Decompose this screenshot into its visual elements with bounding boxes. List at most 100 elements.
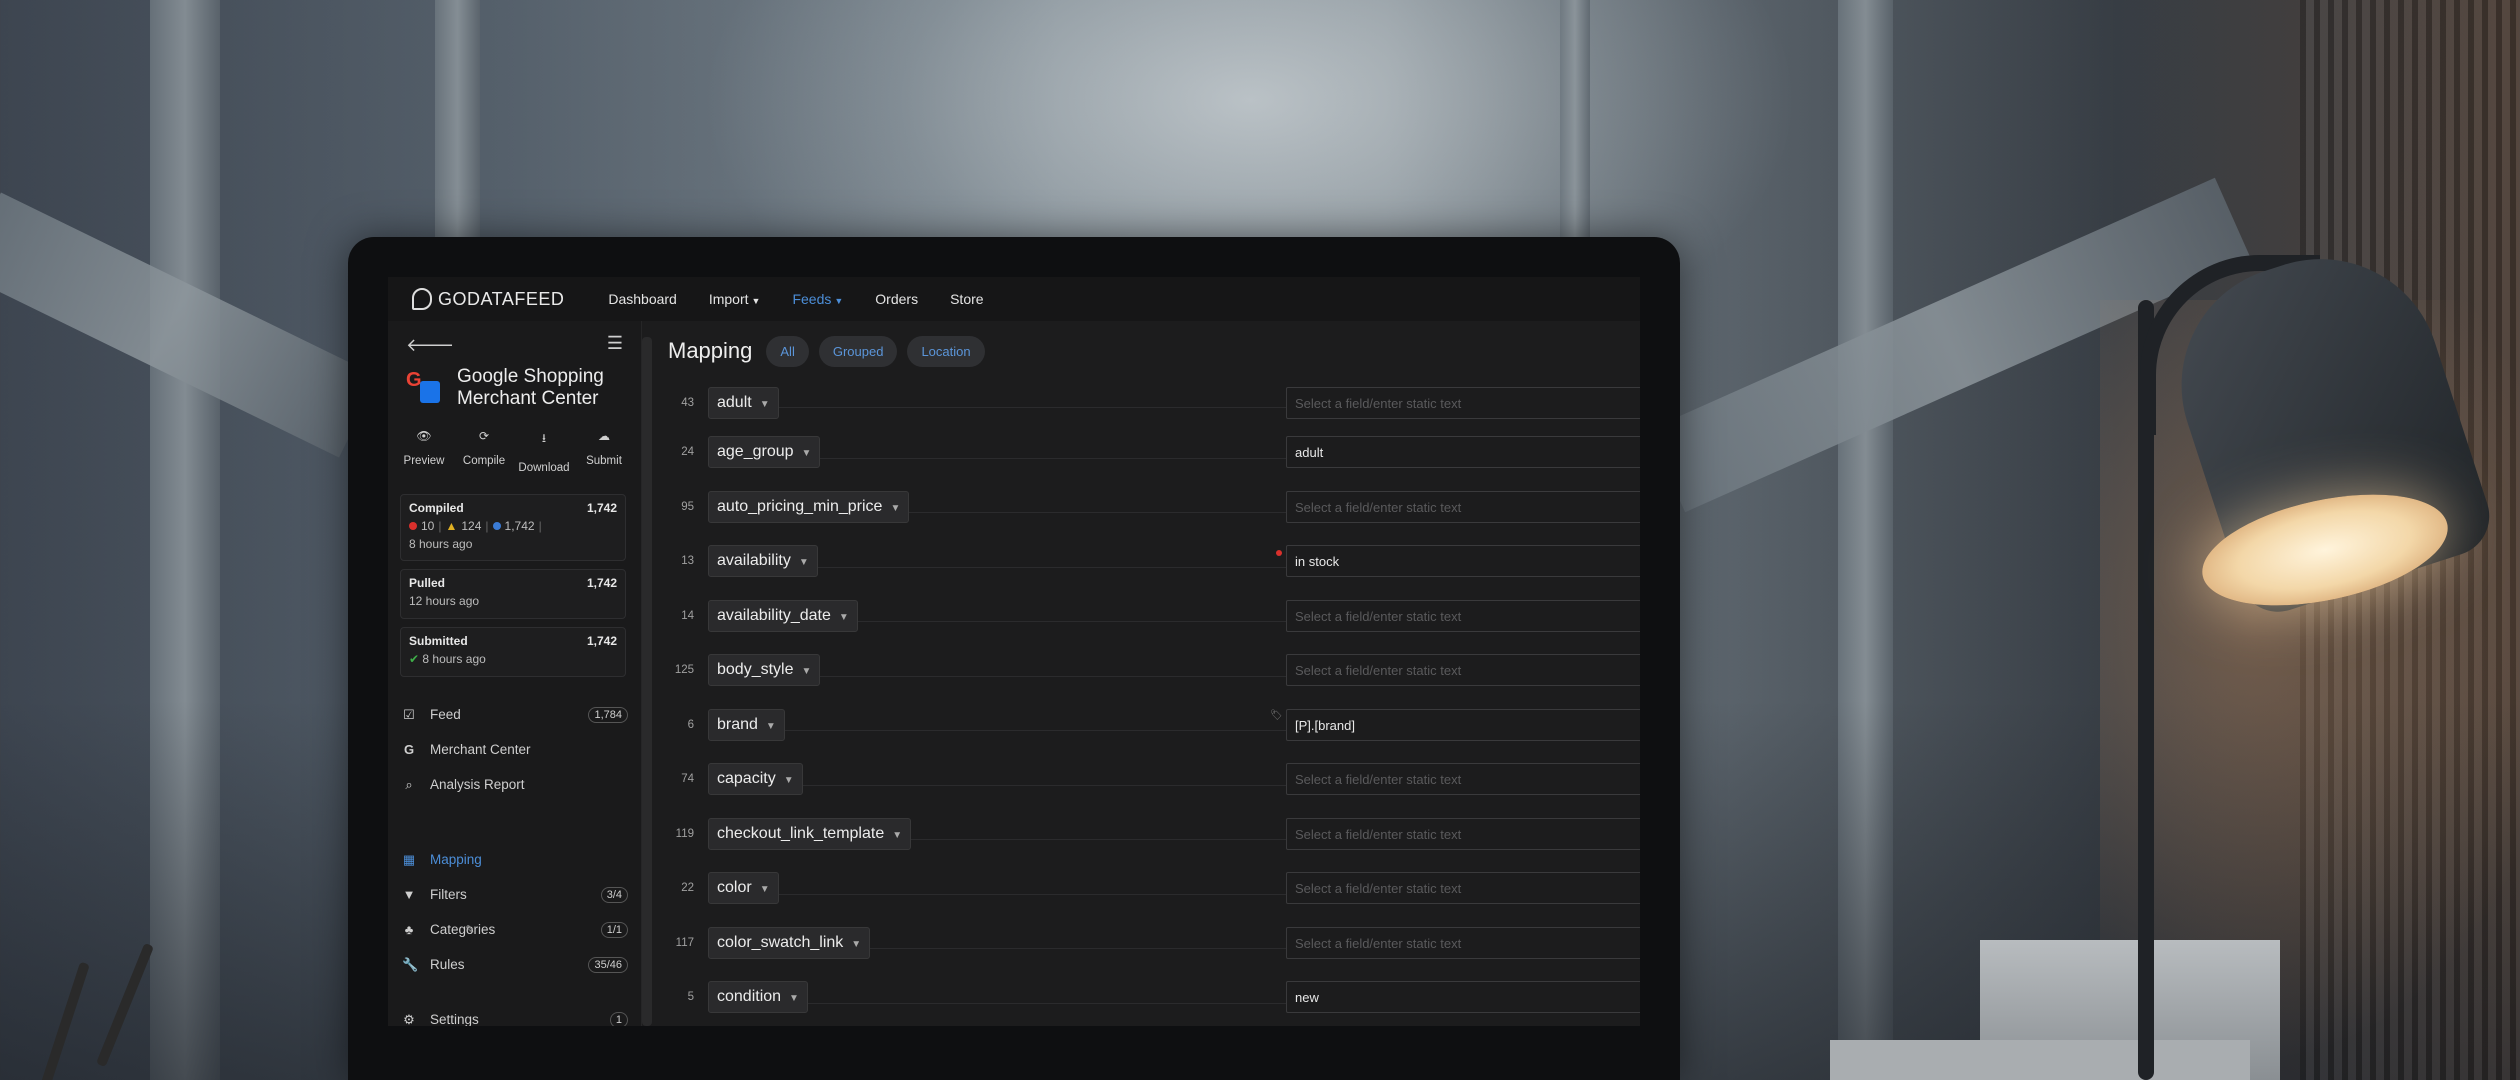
mapping-value-input[interactable]: new bbox=[1286, 981, 1640, 1014]
back-arrow-icon[interactable]: 🡐 bbox=[406, 335, 454, 356]
field-select[interactable]: availability ▼ bbox=[708, 545, 818, 578]
top-navbar: GODATAFEED Dashboard Import ▼ Feeds ▼ Orde… bbox=[388, 277, 1640, 321]
mapping-value-input[interactable]: [P].[brand] bbox=[1286, 708, 1640, 741]
mapping-value-input[interactable]: Select a field/enter static text bbox=[1286, 926, 1640, 959]
field-name: availability_date bbox=[717, 606, 831, 624]
mapping-value-input[interactable]: in stock bbox=[1286, 545, 1640, 578]
action-label: Download bbox=[518, 462, 570, 474]
mapping-value-input[interactable]: Select a field/enter static text bbox=[1286, 654, 1640, 687]
tab-grouped[interactable]: Grouped bbox=[818, 335, 898, 367]
field-number: 6 bbox=[687, 718, 694, 731]
eye-icon: 👁 bbox=[416, 429, 432, 443]
caret-down-icon: ▼ bbox=[765, 720, 776, 732]
field-select[interactable]: auto_pricing_min_price ▼ bbox=[708, 490, 910, 523]
nav-store[interactable]: Store bbox=[950, 291, 983, 307]
mapping-row: 119 checkout_link_template ▼ Select a field… bbox=[658, 807, 1640, 862]
pulled-status-card[interactable]: Pulled 1,742 12 hours ago bbox=[400, 569, 626, 619]
field-select[interactable]: body_style ▼ bbox=[708, 654, 821, 687]
brand-logo[interactable]: GODATAFEED bbox=[412, 288, 564, 310]
caret-down-icon: ▼ bbox=[838, 611, 849, 623]
mapping-value-input[interactable]: Select a field/enter static text bbox=[1286, 763, 1640, 796]
nav-label: Import bbox=[708, 291, 749, 307]
card-count: 1,742 bbox=[586, 634, 617, 648]
field-select[interactable]: checkout_link_template ▼ bbox=[708, 817, 912, 850]
divider: | bbox=[538, 519, 542, 533]
page-title: Mapping bbox=[668, 338, 753, 363]
field-select[interactable]: age_group ▼ bbox=[708, 436, 821, 469]
sidebar-menu-top: ☑ Feed 1,784 G Merchant Center ⌕ Analysis Re… bbox=[402, 697, 628, 802]
field-select[interactable]: color ▼ bbox=[708, 872, 779, 905]
nav-orders[interactable]: Orders bbox=[875, 291, 918, 307]
sidebar-item-label: Settings bbox=[430, 1012, 479, 1026]
sidebar-item-filters[interactable]: ▼ Filters 3/4 bbox=[402, 877, 628, 912]
nav-label: Orders bbox=[875, 291, 919, 307]
sidebar-item-mapping[interactable]: ▦ Mapping bbox=[402, 842, 628, 877]
submit-button[interactable]: ☁ Submit bbox=[574, 429, 634, 474]
card-title: Submitted bbox=[409, 634, 468, 648]
field-select[interactable]: condition ▼ bbox=[708, 981, 808, 1014]
card-time: 8 hours ago bbox=[422, 652, 486, 666]
feed-actions: 👁 Preview ⟳ Compile ⭳ Download ☁ Submit bbox=[394, 429, 634, 474]
mapping-value-input[interactable]: adult bbox=[1286, 436, 1640, 469]
count-badge: 35/46 bbox=[588, 956, 628, 973]
mapping-value-input[interactable]: Select a field/enter static text bbox=[1286, 872, 1640, 905]
nav-label: Dashboard bbox=[608, 291, 677, 307]
checkbox-icon: ☑ bbox=[403, 706, 415, 722]
nav-import[interactable]: Import ▼ bbox=[709, 291, 761, 307]
card-title: Pulled bbox=[409, 576, 446, 590]
tree-icon: ♣ bbox=[404, 922, 414, 937]
field-name: brand bbox=[717, 715, 758, 733]
field-select[interactable]: brand ▼ bbox=[708, 708, 785, 741]
field-select[interactable]: color_swatch_link ▼ bbox=[708, 926, 871, 959]
wrench-icon: 🔧 bbox=[402, 956, 419, 972]
card-time: 12 hours ago bbox=[409, 594, 480, 608]
sidebar-item-label: Feed bbox=[430, 707, 461, 722]
mapping-row: 24 age_group ▼ adult bbox=[658, 425, 1640, 480]
mapping-value-input[interactable]: Select a field/enter static text bbox=[1286, 490, 1640, 523]
nav-dashboard[interactable]: Dashboard bbox=[608, 291, 677, 307]
field-select[interactable]: capacity ▼ bbox=[708, 763, 803, 796]
hamburger-menu-icon[interactable]: ☰ bbox=[607, 333, 623, 354]
caret-down-icon: ▼ bbox=[751, 296, 761, 306]
tab-location[interactable]: Location bbox=[907, 335, 985, 367]
field-number: 117 bbox=[675, 936, 694, 949]
sidebar-item-analysis-report[interactable]: ⌕ Analysis Report bbox=[402, 767, 628, 802]
mapping-value-input[interactable]: Select a field/enter static text bbox=[1286, 387, 1640, 419]
nav-feeds[interactable]: Feeds ▼ bbox=[792, 291, 843, 307]
mapping-header: Mapping All Grouped Location bbox=[658, 321, 1640, 381]
caret-down-icon: ▼ bbox=[783, 775, 794, 787]
field-number: 43 bbox=[681, 397, 694, 409]
preview-button[interactable]: 👁 Preview bbox=[394, 429, 454, 474]
field-number: 24 bbox=[681, 446, 694, 459]
sidebar-item-categories[interactable]: ♣ Categories ✎ 1/1 bbox=[402, 912, 629, 947]
field-number: 95 bbox=[681, 500, 694, 513]
compiled-status-card[interactable]: Compiled 1,742 10 | ▲ 124 | 1,742 | 8 hours a… bbox=[400, 494, 626, 561]
download-button[interactable]: ⭳ Download bbox=[514, 429, 574, 474]
count-badge: 1 bbox=[609, 1011, 628, 1026]
field-select[interactable]: availability_date ▼ bbox=[708, 599, 858, 632]
google-shopping-icon: G bbox=[406, 369, 440, 403]
edit-icon[interactable]: ✎ bbox=[465, 923, 600, 936]
field-name: color_swatch_link bbox=[717, 933, 844, 951]
field-select[interactable]: adult ▼ bbox=[708, 387, 779, 419]
sidebar-scrollbar[interactable] bbox=[642, 337, 652, 1026]
mapping-row: 5 condition ▼ new bbox=[658, 970, 1640, 1025]
mapping-value-input[interactable]: Select a field/enter static text bbox=[1286, 599, 1640, 632]
sidebar-item-merchant-center[interactable]: G Merchant Center bbox=[402, 732, 628, 767]
nav-label: Store bbox=[950, 291, 984, 307]
sidebar-item-settings[interactable]: ⚙ Settings 1 bbox=[402, 1002, 628, 1026]
shopping-bag-icon bbox=[420, 381, 440, 403]
count-badge: 3/4 bbox=[600, 886, 628, 903]
submitted-status-card[interactable]: Submitted 1,742 ✔ 8 hours ago bbox=[400, 627, 626, 677]
tab-all[interactable]: All bbox=[766, 335, 809, 367]
nav-label: Feeds bbox=[792, 291, 832, 307]
logo-icon bbox=[412, 288, 432, 310]
mapping-value-input[interactable]: Select a field/enter static text bbox=[1286, 817, 1640, 850]
field-number: 74 bbox=[681, 773, 694, 786]
caret-down-icon: ▼ bbox=[759, 884, 770, 896]
sidebar-item-rules[interactable]: 🔧 Rules 35/46 bbox=[402, 947, 628, 982]
mapping-row: 74 capacity ▼ Select a field/enter static t… bbox=[658, 752, 1640, 807]
check-icon: ✔ bbox=[409, 652, 420, 666]
sidebar-item-feed[interactable]: ☑ Feed 1,784 bbox=[402, 697, 628, 732]
compile-button[interactable]: ⟳ Compile bbox=[454, 429, 514, 474]
